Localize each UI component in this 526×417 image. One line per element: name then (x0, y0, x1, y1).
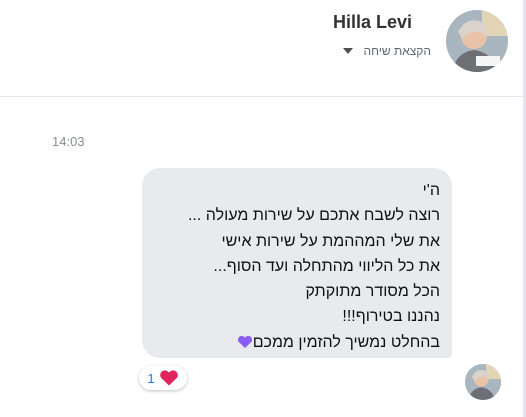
message-line: את שלי המההמת על שירות אישי (221, 232, 440, 250)
message-line: נהננו בטירוף!!! (342, 308, 440, 326)
contact-name[interactable]: Hilla Levi (333, 12, 412, 33)
message-line-last: בהחלט נמשיך להזמין ממכם (188, 330, 440, 355)
message-text: ה'י רוצה לשבח אתכם על שירות מעולה ... את… (188, 178, 440, 355)
reaction-count: 1 (147, 370, 155, 386)
contact-avatar[interactable] (446, 10, 508, 72)
avatar-photo-icon (465, 364, 501, 400)
message-line: הכל מסודר מתוקתק (305, 283, 440, 301)
avatar-photo-icon (446, 10, 508, 72)
assign-conversation-dropdown[interactable]: הקצאת שיחה (343, 44, 431, 58)
message-bubble[interactable]: ה'י רוצה לשבח אתכם על שירות מעולה ... את… (142, 168, 452, 358)
caret-down-icon (343, 48, 354, 54)
reaction-badge[interactable]: 1 (139, 366, 187, 390)
assign-conversation-label: הקצאת שיחה (363, 44, 431, 58)
purple-heart-icon (237, 335, 252, 348)
message-line: את כל הליווי מהתחלה ועד הסוף... (213, 257, 440, 275)
message-line: בהחלט נמשיך להזמין ממכם (252, 333, 440, 351)
sender-avatar[interactable] (465, 364, 501, 400)
red-heart-icon (159, 370, 178, 386)
message-timestamp: 14:03 (52, 134, 85, 149)
conversation-header: Hilla Levi הקצאת שיחה (0, 0, 526, 97)
message-line: רוצה לשבח אתכם על שירות מעולה ... (187, 207, 440, 225)
message-line: ה'י (422, 182, 440, 199)
